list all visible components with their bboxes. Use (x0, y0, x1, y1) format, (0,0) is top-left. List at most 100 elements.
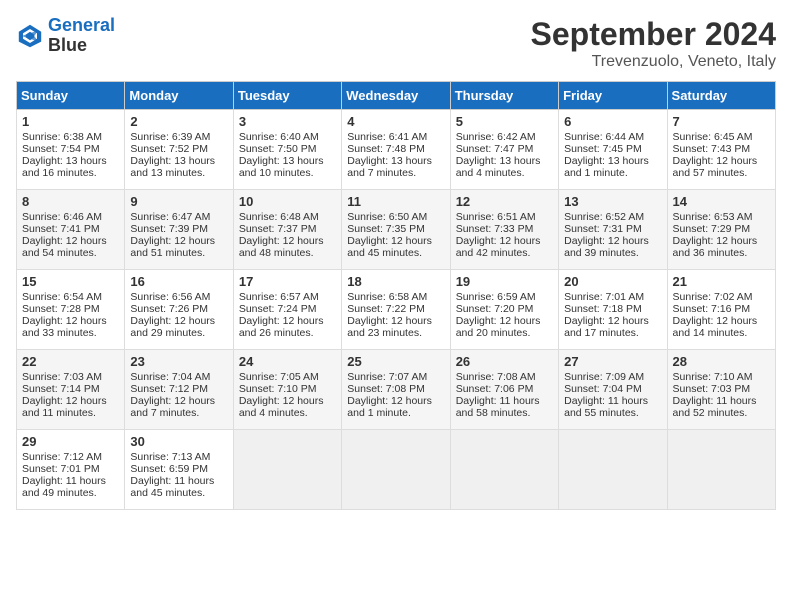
calendar-cell (667, 430, 775, 510)
sunrise-label: Sunrise: 6:48 AM (239, 211, 319, 223)
logo: General Blue (16, 16, 115, 56)
sunset-label: Sunset: 7:24 PM (239, 303, 317, 315)
daylight-label: Daylight: 12 hours and 20 minutes. (456, 315, 541, 339)
sunrise-label: Sunrise: 7:08 AM (456, 371, 536, 383)
calendar-cell: 8 Sunrise: 6:46 AM Sunset: 7:41 PM Dayli… (17, 190, 125, 270)
sunset-label: Sunset: 7:26 PM (130, 303, 208, 315)
calendar-cell: 14 Sunrise: 6:53 AM Sunset: 7:29 PM Dayl… (667, 190, 775, 270)
daylight-label: Daylight: 12 hours and 23 minutes. (347, 315, 432, 339)
sunset-label: Sunset: 7:35 PM (347, 223, 425, 235)
day-number: 27 (564, 354, 661, 369)
day-number: 17 (239, 274, 336, 289)
day-number: 1 (22, 114, 119, 129)
sunrise-label: Sunrise: 6:52 AM (564, 211, 644, 223)
calendar-cell: 17 Sunrise: 6:57 AM Sunset: 7:24 PM Dayl… (233, 270, 341, 350)
sunset-label: Sunset: 7:31 PM (564, 223, 642, 235)
sunrise-label: Sunrise: 7:02 AM (673, 291, 753, 303)
daylight-label: Daylight: 12 hours and 11 minutes. (22, 395, 107, 419)
sunrise-label: Sunrise: 6:44 AM (564, 131, 644, 143)
calendar-cell: 29 Sunrise: 7:12 AM Sunset: 7:01 PM Dayl… (17, 430, 125, 510)
day-number: 21 (673, 274, 770, 289)
day-number: 8 (22, 194, 119, 209)
calendar-cell (559, 430, 667, 510)
sunset-label: Sunset: 7:41 PM (22, 223, 100, 235)
daylight-label: Daylight: 12 hours and 33 minutes. (22, 315, 107, 339)
sunrise-label: Sunrise: 6:47 AM (130, 211, 210, 223)
daylight-label: Daylight: 11 hours and 58 minutes. (456, 395, 540, 419)
calendar-cell: 19 Sunrise: 6:59 AM Sunset: 7:20 PM Dayl… (450, 270, 558, 350)
calendar-cell: 26 Sunrise: 7:08 AM Sunset: 7:06 PM Dayl… (450, 350, 558, 430)
calendar-cell (342, 430, 450, 510)
sunrise-label: Sunrise: 6:45 AM (673, 131, 753, 143)
logo-text: General Blue (48, 16, 115, 56)
daylight-label: Daylight: 12 hours and 54 minutes. (22, 235, 107, 259)
sunset-label: Sunset: 7:39 PM (130, 223, 208, 235)
sunset-label: Sunset: 7:08 PM (347, 383, 425, 395)
calendar-cell: 5 Sunrise: 6:42 AM Sunset: 7:47 PM Dayli… (450, 110, 558, 190)
sunrise-label: Sunrise: 6:38 AM (22, 131, 102, 143)
calendar-cell: 21 Sunrise: 7:02 AM Sunset: 7:16 PM Dayl… (667, 270, 775, 350)
sunrise-label: Sunrise: 6:59 AM (456, 291, 536, 303)
day-number: 12 (456, 194, 553, 209)
sunrise-label: Sunrise: 7:13 AM (130, 451, 210, 463)
daylight-label: Daylight: 12 hours and 26 minutes. (239, 315, 324, 339)
daylight-label: Daylight: 11 hours and 45 minutes. (130, 475, 214, 499)
calendar-week-row: 29 Sunrise: 7:12 AM Sunset: 7:01 PM Dayl… (17, 430, 776, 510)
month-title: September 2024 (531, 16, 776, 53)
sunrise-label: Sunrise: 6:54 AM (22, 291, 102, 303)
calendar-cell: 11 Sunrise: 6:50 AM Sunset: 7:35 PM Dayl… (342, 190, 450, 270)
sunrise-label: Sunrise: 6:41 AM (347, 131, 427, 143)
location-title: Trevenzuolo, Veneto, Italy (531, 53, 776, 71)
calendar-cell: 6 Sunrise: 6:44 AM Sunset: 7:45 PM Dayli… (559, 110, 667, 190)
calendar-cell: 16 Sunrise: 6:56 AM Sunset: 7:26 PM Dayl… (125, 270, 233, 350)
daylight-label: Daylight: 12 hours and 45 minutes. (347, 235, 432, 259)
daylight-label: Daylight: 13 hours and 7 minutes. (347, 155, 432, 179)
calendar-cell: 12 Sunrise: 6:51 AM Sunset: 7:33 PM Dayl… (450, 190, 558, 270)
day-number: 24 (239, 354, 336, 369)
daylight-label: Daylight: 13 hours and 10 minutes. (239, 155, 324, 179)
daylight-label: Daylight: 13 hours and 13 minutes. (130, 155, 215, 179)
calendar-week-row: 15 Sunrise: 6:54 AM Sunset: 7:28 PM Dayl… (17, 270, 776, 350)
calendar-cell: 3 Sunrise: 6:40 AM Sunset: 7:50 PM Dayli… (233, 110, 341, 190)
sunrise-label: Sunrise: 6:40 AM (239, 131, 319, 143)
col-friday: Friday (559, 82, 667, 110)
calendar-cell: 4 Sunrise: 6:41 AM Sunset: 7:48 PM Dayli… (342, 110, 450, 190)
daylight-label: Daylight: 12 hours and 17 minutes. (564, 315, 649, 339)
daylight-label: Daylight: 13 hours and 1 minute. (564, 155, 649, 179)
daylight-label: Daylight: 11 hours and 52 minutes. (673, 395, 757, 419)
sunset-label: Sunset: 7:12 PM (130, 383, 208, 395)
daylight-label: Daylight: 12 hours and 42 minutes. (456, 235, 541, 259)
page-header: General Blue September 2024 Trevenzuolo,… (16, 16, 776, 71)
sunrise-label: Sunrise: 6:39 AM (130, 131, 210, 143)
day-number: 10 (239, 194, 336, 209)
sunrise-label: Sunrise: 7:03 AM (22, 371, 102, 383)
daylight-label: Daylight: 12 hours and 36 minutes. (673, 235, 758, 259)
sunrise-label: Sunrise: 7:12 AM (22, 451, 102, 463)
calendar-cell: 18 Sunrise: 6:58 AM Sunset: 7:22 PM Dayl… (342, 270, 450, 350)
sunset-label: Sunset: 7:54 PM (22, 143, 100, 155)
day-number: 9 (130, 194, 227, 209)
daylight-label: Daylight: 12 hours and 1 minute. (347, 395, 432, 419)
col-thursday: Thursday (450, 82, 558, 110)
sunset-label: Sunset: 7:10 PM (239, 383, 317, 395)
sunset-label: Sunset: 7:03 PM (673, 383, 751, 395)
daylight-label: Daylight: 13 hours and 4 minutes. (456, 155, 541, 179)
day-number: 20 (564, 274, 661, 289)
daylight-label: Daylight: 12 hours and 4 minutes. (239, 395, 324, 419)
sunset-label: Sunset: 7:33 PM (456, 223, 534, 235)
sunrise-label: Sunrise: 7:05 AM (239, 371, 319, 383)
calendar-cell: 20 Sunrise: 7:01 AM Sunset: 7:18 PM Dayl… (559, 270, 667, 350)
sunrise-label: Sunrise: 7:09 AM (564, 371, 644, 383)
sunset-label: Sunset: 7:04 PM (564, 383, 642, 395)
daylight-label: Daylight: 11 hours and 49 minutes. (22, 475, 106, 499)
sunset-label: Sunset: 7:06 PM (456, 383, 534, 395)
sunrise-label: Sunrise: 7:04 AM (130, 371, 210, 383)
sunset-label: Sunset: 7:52 PM (130, 143, 208, 155)
sunrise-label: Sunrise: 6:42 AM (456, 131, 536, 143)
sunset-label: Sunset: 7:01 PM (22, 463, 100, 475)
sunset-label: Sunset: 7:14 PM (22, 383, 100, 395)
calendar-week-row: 1 Sunrise: 6:38 AM Sunset: 7:54 PM Dayli… (17, 110, 776, 190)
day-number: 15 (22, 274, 119, 289)
col-sunday: Sunday (17, 82, 125, 110)
sunrise-label: Sunrise: 7:10 AM (673, 371, 753, 383)
